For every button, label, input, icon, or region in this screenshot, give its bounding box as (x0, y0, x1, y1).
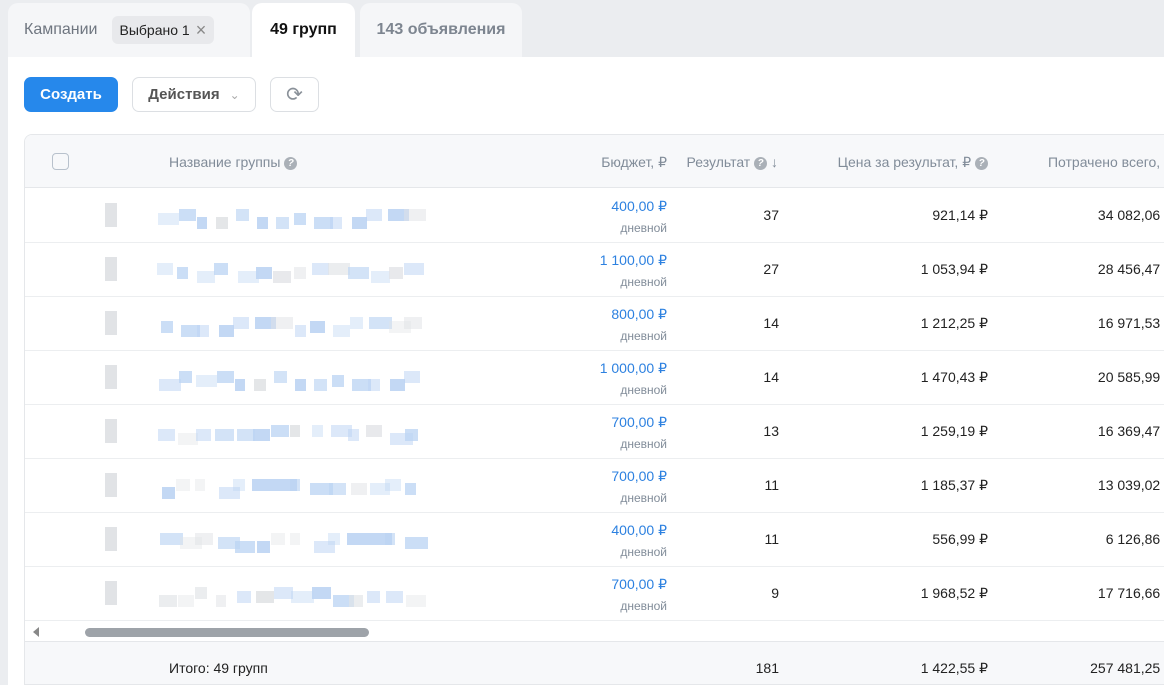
result-value: 9 (771, 585, 779, 601)
groups-table: Название группы ? Бюджет, ₽ Результат ? … (24, 134, 1164, 685)
selected-chip: Выбрано 1 × (111, 16, 215, 44)
actions-label: Действия (148, 86, 220, 103)
budget-value[interactable]: 700,00 ₽ (611, 468, 667, 485)
budget-value[interactable]: 800,00 ₽ (611, 306, 667, 323)
table-header: Название группы ? Бюджет, ₽ Результат ? … (25, 135, 1164, 188)
blurred-group-name (27, 405, 507, 457)
help-icon[interactable]: ? (754, 157, 768, 170)
budget-type: дневной (620, 383, 667, 397)
budget-type: дневной (620, 275, 667, 289)
spent-value: 13 039,02 ₽ (1097, 477, 1164, 493)
tab-ads[interactable]: 143 объявления (360, 3, 522, 57)
footer-result: 181 (755, 660, 779, 676)
table-row[interactable]: 400,00 ₽ дневной 37 921,14 ₽ 34 082,06 ₽ (25, 189, 1164, 243)
result-value: 27 (763, 261, 779, 277)
spent-value: 17 716,66 ₽ (1097, 585, 1164, 601)
budget-value[interactable]: 400,00 ₽ (611, 522, 667, 539)
price-value: 1 259,19 ₽ (920, 423, 988, 439)
budget-type: дневной (620, 599, 667, 613)
spent-value: 28 456,47 ₽ (1097, 261, 1164, 277)
column-budget[interactable]: Бюджет, ₽ (601, 154, 667, 171)
blurred-group-name (27, 243, 507, 295)
refresh-icon: ⟳ (286, 84, 303, 106)
column-name[interactable]: Название группы ? (169, 154, 298, 170)
close-icon[interactable]: × (196, 21, 207, 39)
help-icon[interactable]: ? (284, 157, 298, 170)
horizontal-scrollbar[interactable] (25, 623, 1164, 641)
blurred-group-name (27, 459, 507, 511)
price-value: 1 968,52 ₽ (920, 585, 988, 601)
spent-value: 16 971,53 ₽ (1097, 315, 1164, 331)
tab-groups[interactable]: 49 групп (252, 3, 355, 57)
footer-label: Итого: 49 групп (169, 660, 268, 676)
budget-type: дневной (620, 329, 667, 343)
table-row[interactable]: 1 000,00 ₽ дневной 14 1 470,43 ₽ 20 585,99 ₽ (25, 351, 1164, 405)
content-panel: Создать Действия ⌄ ⟳ Название группы ? Б… (8, 57, 1164, 685)
budget-value[interactable]: 700,00 ₽ (611, 576, 667, 593)
spent-value: 6 126,86 ₽ (1105, 531, 1164, 547)
price-value: 556,99 ₽ (932, 531, 988, 547)
price-value: 921,14 ₽ (932, 207, 988, 223)
sort-desc-icon: ↓ (771, 154, 778, 170)
table-row[interactable]: 1 100,00 ₽ дневной 27 1 053,94 ₽ 28 456,47 ₽ (25, 243, 1164, 297)
table-row[interactable]: 400,00 ₽ дневной 11 556,99 ₽ 6 126,86 ₽ (25, 513, 1164, 567)
blurred-group-name (27, 189, 507, 241)
tab-campaigns[interactable]: Кампании Выбрано 1 × (8, 3, 250, 57)
tab-campaigns-label: Кампании (24, 21, 98, 38)
spent-value: 20 585,99 ₽ (1097, 369, 1164, 385)
table-row[interactable]: 700,00 ₽ дневной 11 1 185,37 ₽ 13 039,02 ₽ (25, 459, 1164, 513)
budget-type: дневной (620, 437, 667, 451)
column-result[interactable]: Результат ? ↓ (687, 154, 778, 170)
price-value: 1 212,25 ₽ (920, 315, 988, 331)
blurred-group-name (27, 297, 507, 349)
footer-spent: 257 481,25 ₽ (1090, 660, 1164, 676)
chevron-down-icon: ⌄ (229, 87, 240, 102)
budget-value[interactable]: 400,00 ₽ (611, 198, 667, 215)
result-value: 11 (764, 477, 779, 493)
result-value: 14 (763, 369, 779, 385)
price-value: 1 185,37 ₽ (920, 477, 988, 493)
table-footer: Итого: 49 групп 181 1 422,55 ₽ 257 481,2… (25, 641, 1164, 684)
result-value: 11 (764, 531, 779, 547)
table-row[interactable]: 700,00 ₽ дневной 9 1 968,52 ₽ 17 716,66 ₽ (25, 567, 1164, 621)
footer-price: 1 422,55 ₽ (920, 660, 988, 676)
budget-value[interactable]: 1 000,00 ₽ (600, 360, 667, 377)
budget-type: дневной (620, 545, 667, 559)
blurred-group-name (27, 567, 507, 619)
result-value: 13 (763, 423, 779, 439)
result-value: 14 (763, 315, 779, 331)
column-spent[interactable]: Потрачено всего, ₽ (1048, 154, 1164, 171)
result-value: 37 (763, 207, 779, 223)
spent-value: 34 082,06 ₽ (1097, 207, 1164, 223)
price-value: 1 470,43 ₽ (920, 369, 988, 385)
blurred-group-name (27, 513, 507, 565)
table-row[interactable]: 700,00 ₽ дневной 13 1 259,19 ₽ 16 369,47 ₽ (25, 405, 1164, 459)
budget-type: дневной (620, 491, 667, 505)
budget-value[interactable]: 1 100,00 ₽ (600, 252, 667, 269)
price-value: 1 053,94 ₽ (920, 261, 988, 277)
selected-chip-label: Выбрано 1 (119, 22, 190, 38)
actions-dropdown[interactable]: Действия ⌄ (132, 77, 256, 112)
blurred-group-name (27, 351, 507, 403)
refresh-button[interactable]: ⟳ (270, 77, 319, 112)
spent-value: 16 369,47 ₽ (1097, 423, 1164, 439)
table-row[interactable]: 800,00 ₽ дневной 14 1 212,25 ₽ 16 971,53 ₽ (25, 297, 1164, 351)
help-icon[interactable]: ? (975, 157, 988, 170)
create-button[interactable]: Создать (24, 77, 118, 112)
select-all-checkbox[interactable] (52, 153, 69, 170)
column-price[interactable]: Цена за результат, ₽ ? (838, 154, 988, 171)
budget-value[interactable]: 700,00 ₽ (611, 414, 667, 431)
budget-type: дневной (620, 221, 667, 235)
scrollbar-thumb[interactable] (85, 628, 369, 637)
scroll-left-icon[interactable] (33, 627, 39, 637)
